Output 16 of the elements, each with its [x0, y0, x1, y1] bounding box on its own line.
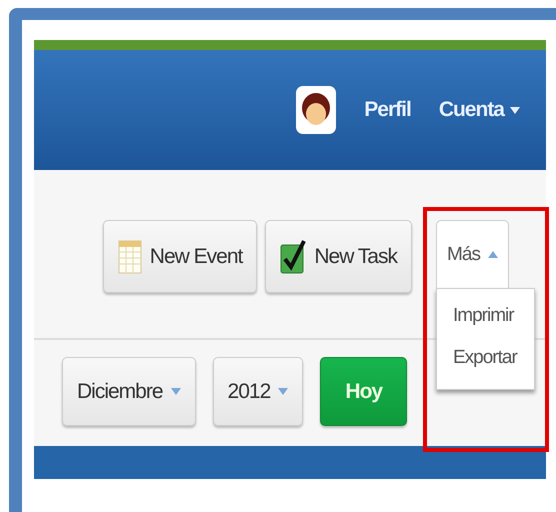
- checkbox-icon: [280, 238, 306, 274]
- more-dropdown[interactable]: Más: [436, 220, 509, 288]
- month-dropdown[interactable]: Diciembre: [62, 357, 196, 426]
- caret-icon: [278, 388, 288, 395]
- profile-link[interactable]: Perfil: [364, 98, 411, 122]
- calendar-icon: [118, 240, 142, 274]
- avatar-icon[interactable]: [296, 86, 336, 134]
- menu-item[interactable]: Exportar: [437, 337, 534, 379]
- new-task-button[interactable]: New Task: [265, 220, 412, 293]
- caret-icon: [510, 106, 520, 114]
- menu-item[interactable]: Imprimir: [437, 295, 534, 337]
- caret-icon: [170, 388, 181, 395]
- caret-icon: [488, 251, 498, 258]
- account-menu[interactable]: Cuenta: [438, 98, 520, 122]
- new-event-button[interactable]: New Event: [102, 220, 258, 293]
- year-dropdown[interactable]: 2012: [212, 357, 304, 426]
